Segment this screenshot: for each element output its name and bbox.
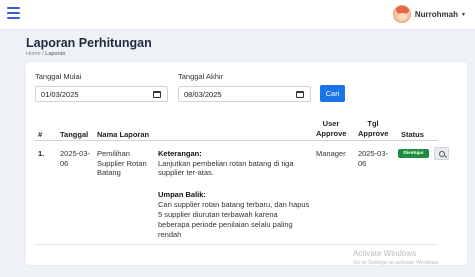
start-date-value: 01/03/2025 <box>41 90 79 99</box>
row-date-line2: 06 <box>60 158 69 168</box>
watermark-subtitle: Go to Settings to activate Windows. <box>353 260 440 266</box>
breadcrumb-home[interactable]: Home <box>26 51 41 57</box>
row-report-name-line1: Pemilihan <box>97 149 130 158</box>
top-navbar: Nurrohmah ▾ <box>0 0 475 30</box>
col-header-status: Status <box>401 130 424 139</box>
row-approve-date-line1: 2025-03- <box>358 149 389 158</box>
keterangan-line2: supplier ter-atas. <box>158 168 214 177</box>
keterangan-line1: Lanjutkan pembelian rotan batang di tiga <box>158 158 294 168</box>
breadcrumb-separator: / <box>42 51 44 57</box>
row-user-approve: Manager <box>316 149 346 158</box>
avatar[interactable] <box>392 5 411 23</box>
page-title: Laporan Perhitungan <box>26 36 152 50</box>
breadcrumb-current: Laporan <box>45 51 66 57</box>
windows-activation-watermark: Activate Windows Go to Settings to activ… <box>353 249 440 266</box>
breadcrumb: Home / Laporan <box>26 51 65 57</box>
umpan-balik-title: Umpan Balik: <box>158 190 206 199</box>
col-header-user-approve-line1: User <box>322 119 340 128</box>
start-date-label: Tanggal Mulai <box>35 72 82 81</box>
end-date-label: Tanggal Akhir <box>178 72 224 81</box>
row-report-name-line2: Supplier Rotan <box>97 158 147 168</box>
watermark-title: Activate Windows <box>353 249 417 258</box>
col-header-tgl-approve-line2: Approve <box>358 129 389 138</box>
umpan-balik-line4: rendah <box>158 230 182 239</box>
table-row-divider <box>35 244 438 245</box>
user-name[interactable]: Nurrohmah <box>415 10 458 19</box>
calendar-icon[interactable] <box>296 91 304 98</box>
report-card: Tanggal Mulai 01/03/2025 Tanggal Akhir 0… <box>26 62 467 265</box>
end-date-input[interactable]: 08/03/2025 <box>178 86 311 102</box>
umpan-balik-line3: beberapa periode penilaian selalu paling <box>158 220 293 229</box>
col-header-nama-laporan: Nama Laporan <box>97 130 150 139</box>
view-detail-button[interactable] <box>434 147 449 160</box>
start-date-input[interactable]: 01/03/2025 <box>35 86 168 102</box>
user-menu[interactable]: Nurrohmah ▾ <box>392 5 465 23</box>
col-header-no: # <box>38 130 43 139</box>
col-header-tanggal: Tanggal <box>60 130 89 139</box>
end-date-value: 08/03/2025 <box>184 90 222 99</box>
umpan-balik-line2: 5 supplier diurutan terbawah karena <box>158 210 278 219</box>
row-report-name-line3: Batang <box>97 168 121 177</box>
row-approve-date-line2: 06 <box>358 158 367 168</box>
chevron-down-icon[interactable]: ▾ <box>462 11 465 18</box>
col-header-user-approve-line2: Approve <box>316 129 347 138</box>
keterangan-title: Keterangan: <box>158 149 202 158</box>
magnifier-handle <box>443 155 448 159</box>
umpan-balik-line1: Cari supplier rotan batang terbaru, dan … <box>158 200 310 209</box>
row-number: 1. <box>38 149 45 158</box>
status-badge: Disetujui <box>398 149 429 158</box>
table-header-divider <box>35 140 438 141</box>
hamburger-menu-icon[interactable] <box>7 7 20 19</box>
search-button[interactable]: Cari <box>320 85 345 102</box>
col-header-tgl-approve-line1: Tgl <box>367 119 379 128</box>
row-date-line1: 2025-03- <box>60 149 91 158</box>
calendar-icon[interactable] <box>153 91 161 98</box>
